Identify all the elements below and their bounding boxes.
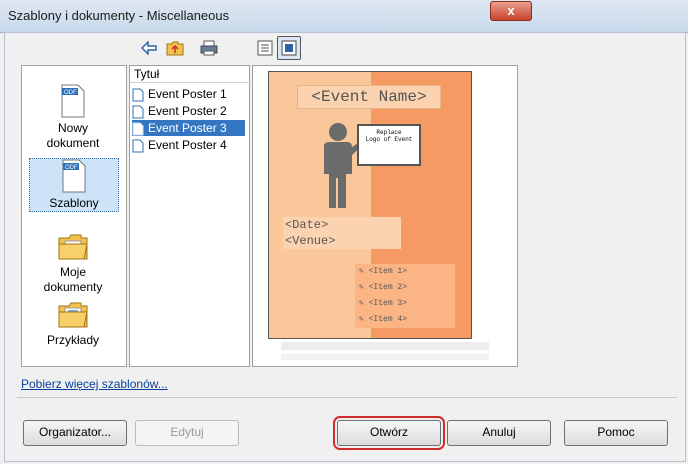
poster-item: ✎ <Item 1> <box>359 267 408 276</box>
list-item[interactable]: Event Poster 2 <box>132 103 245 119</box>
category-new-document[interactable]: ODF Nowy dokument <box>29 84 117 151</box>
logo-text: Replace <box>376 129 402 136</box>
window-title: Szablony i dokumenty - Miscellaneous <box>8 8 230 23</box>
template-file-icon <box>132 105 144 119</box>
column-header-title[interactable]: Tytuł <box>130 66 251 83</box>
poster-venue: <Venue> <box>285 234 336 248</box>
folder-up-icon <box>166 41 184 56</box>
new-document-icon: ODF <box>61 84 85 118</box>
list-item[interactable]: Event Poster 4 <box>132 137 245 153</box>
poster-date: <Date> <box>285 218 329 232</box>
preview-view-icon <box>281 40 297 56</box>
preview-panel: <Event Name> Replace Logo of Event <Date… <box>252 65 518 367</box>
close-button[interactable]: x <box>490 1 532 21</box>
open-button[interactable]: Otwórz <box>333 416 445 450</box>
template-list: Tytuł Event Poster 1 Event Poster 2 Even… <box>129 65 251 367</box>
poster-item-text: <Item 4> <box>368 315 408 324</box>
logo-placeholder: Replace Logo of Event <box>357 124 421 166</box>
list-item-label: Event Poster 3 <box>148 121 227 135</box>
my-documents-icon <box>58 234 88 260</box>
category-label: Przykłady <box>46 333 99 347</box>
poster-item: ✎ <Item 2> <box>359 283 408 292</box>
preview-shadow-line-2 <box>281 354 489 360</box>
print-icon <box>200 40 218 56</box>
back-button[interactable] <box>137 36 161 60</box>
examples-icon <box>58 302 88 328</box>
template-file-icon <box>132 122 144 136</box>
dialog-body: ODF Nowy dokument ODF Szablony Moje doku… <box>4 32 686 462</box>
help-button[interactable]: Pomoc <box>564 420 668 446</box>
category-label: Nowy <box>57 121 88 135</box>
list-item[interactable]: Event Poster 1 <box>132 86 245 102</box>
category-label-line2: dokument <box>46 136 100 150</box>
cancel-button[interactable]: Anuluj <box>447 420 551 446</box>
print-button[interactable] <box>197 36 221 60</box>
poster-item: ✎ <Item 4> <box>359 315 408 324</box>
poster-preview: <Event Name> Replace Logo of Event <Date… <box>268 71 472 339</box>
template-file-icon <box>132 88 144 102</box>
preview-view-button[interactable] <box>277 36 301 60</box>
category-label: Szablony <box>49 196 99 210</box>
category-label: Moje <box>59 265 86 279</box>
logo-text-line2: Logo of Event <box>365 136 413 143</box>
categories-panel: ODF Nowy dokument ODF Szablony Moje doku… <box>21 65 127 367</box>
list-item-label: Event Poster 4 <box>148 138 227 152</box>
get-more-templates-link[interactable]: Pobierz więcej szablonów... <box>21 377 168 391</box>
svg-text:ODF: ODF <box>64 90 77 96</box>
details-view-icon <box>257 40 273 56</box>
poster-date-venue: <Date> <Venue> <box>283 217 401 249</box>
category-my-documents[interactable]: Moje dokumenty <box>29 232 117 295</box>
category-templates[interactable]: ODF Szablony <box>29 158 119 212</box>
template-file-icon <box>132 139 144 153</box>
details-view-button[interactable] <box>253 36 277 60</box>
separator <box>17 397 677 398</box>
poster-items: ✎ <Item 1> ✎ <Item 2> ✎ <Item 3> ✎ <Item… <box>355 264 455 328</box>
organizer-button[interactable]: Organizator... <box>23 420 127 446</box>
poster-item: ✎ <Item 3> <box>359 299 408 308</box>
close-icon: x <box>507 3 515 18</box>
folder-up-button[interactable] <box>163 36 187 60</box>
edit-button[interactable]: Edytuj <box>135 420 239 446</box>
category-label-line2: dokumenty <box>43 280 103 294</box>
list-item-label: Event Poster 2 <box>148 104 227 118</box>
back-icon <box>141 41 157 55</box>
preview-shadow-line <box>281 342 489 350</box>
svg-text:ODF: ODF <box>65 165 78 171</box>
poster-event-name: <Event Name> <box>297 85 441 109</box>
poster-item-text: <Item 2> <box>368 283 408 292</box>
title-bar: Szablony i dokumenty - Miscellaneous x <box>0 0 688 33</box>
list-item-selected[interactable]: Event Poster 3 <box>132 120 245 136</box>
list-item-label: Event Poster 1 <box>148 87 227 101</box>
poster-item-text: <Item 3> <box>368 299 408 308</box>
poster-item-text: <Item 1> <box>368 267 408 276</box>
category-examples[interactable]: Przykłady <box>29 300 117 348</box>
templates-icon: ODF <box>62 159 86 193</box>
